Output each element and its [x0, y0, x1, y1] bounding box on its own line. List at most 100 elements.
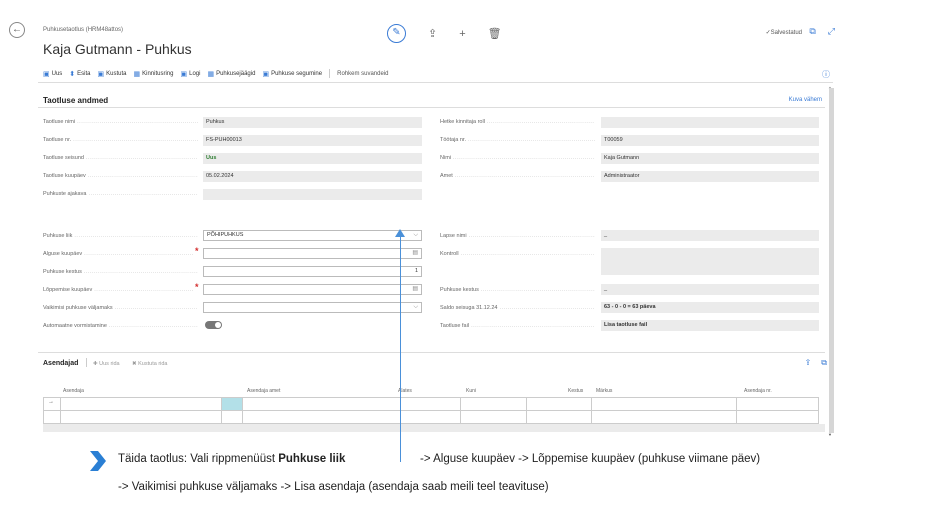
request-number-label: Taotluse nr. — [43, 137, 198, 143]
column-header-note[interactable]: Märkus — [596, 388, 612, 394]
add-file-button[interactable]: Lisa taotluse fail — [601, 320, 819, 331]
grid-col-divider — [242, 397, 243, 424]
submit-icon: ⬍ — [69, 70, 76, 78]
edit-icon[interactable]: ✎ — [387, 24, 406, 43]
approver-role-label: Hetke kinnitaja roll — [440, 119, 595, 125]
show-less-link[interactable]: Kuva vähem — [789, 97, 822, 103]
new-row-button[interactable]: ✚ Uus rida — [93, 361, 120, 367]
employee-number-field: T00059 — [601, 135, 819, 146]
open-new-window-icon[interactable]: ⧉ — [809, 26, 815, 37]
substitutes-divider — [38, 352, 825, 353]
leave-duration-label: Puhkuse kestus — [43, 269, 198, 275]
approval-round-button[interactable]: ▦ Kinnitusring — [134, 70, 174, 78]
request-status-field: Uus — [203, 153, 422, 164]
child-name-field: _ — [601, 230, 819, 241]
scroll-down-icon[interactable]: ▼ — [828, 432, 832, 437]
info-icon[interactable]: ⓘ — [822, 69, 830, 80]
delete-button[interactable]: ▣ Kustuta — [98, 70, 127, 78]
column-header-substitute-number[interactable]: Asendaja nr. — [744, 388, 772, 394]
chevron-down-icon: ⌵ — [413, 232, 418, 238]
merge-icon: ▣ — [262, 70, 270, 78]
share-icon[interactable]: ⇪ — [805, 358, 812, 368]
section-divider — [38, 107, 825, 108]
new-button[interactable]: ▣ Uus — [43, 70, 62, 78]
substitutes-title[interactable]: Asendajad — [43, 360, 78, 367]
new-icon: ▣ — [43, 70, 50, 78]
leave-balance-button[interactable]: ▦ Puhkusejäägid — [207, 70, 255, 78]
annotation-arrow-line — [400, 232, 401, 462]
name-label: Nimi — [440, 155, 595, 161]
auto-processing-toggle[interactable] — [205, 321, 222, 329]
grid-col-divider — [460, 397, 461, 424]
calendar-icon[interactable]: ▤ — [412, 249, 418, 258]
employee-number-label: Töötaja nr. — [440, 137, 595, 143]
section-title[interactable]: Taotluse andmed — [43, 96, 108, 105]
start-date-label: Alguse kuupäev — [43, 251, 193, 257]
delete-doc-icon: ▣ — [97, 70, 105, 78]
breadcrumb: Puhkusetaotlus (HRM48attos) — [43, 27, 124, 33]
action-toolbar: ▣ Uus ⬍ Esita ▣ Kustuta ▦ Kinnitusring ▣ Logi… — [43, 69, 389, 78]
horizontal-scrollbar-track[interactable] — [43, 424, 825, 432]
back-button[interactable]: ← — [9, 22, 25, 38]
grid-col-divider — [591, 397, 592, 424]
delete-icon[interactable]: 🗑 — [488, 27, 502, 40]
grid-col-divider — [736, 397, 737, 424]
delete-row-button[interactable]: ✖ Kustuta rida — [132, 361, 168, 367]
position-field: Administraator — [601, 171, 819, 182]
request-status-label: Taotluse seisund — [43, 155, 198, 161]
child-name-label: Lapse nimi — [440, 233, 595, 239]
request-name-field: Puhkus — [203, 117, 422, 128]
leave-schedule-label: Puhkuste ajakava — [43, 191, 198, 197]
grid-col-divider — [60, 397, 61, 424]
request-date-label: Taotluse kuupäev — [43, 173, 198, 179]
saved-status: ✓Salvestatud — [765, 30, 802, 36]
more-options-button[interactable]: Rohkem suvandeid — [337, 71, 388, 77]
leave-schedule-field — [203, 189, 422, 200]
leave-type-select[interactable]: PÕHIPUHKUS ⌵ — [203, 230, 422, 241]
auto-processing-label: Automaatne vormistamine — [43, 323, 198, 329]
column-header-substitute-position[interactable]: Asendaja amet — [247, 388, 280, 394]
required-asterisk: * — [195, 246, 199, 256]
submit-button[interactable]: ⬍ Esita — [69, 70, 90, 78]
chevron-down-icon: ⌵ — [413, 304, 418, 310]
selected-cell[interactable] — [222, 398, 242, 410]
log-icon: ▣ — [180, 70, 188, 78]
instruction-line-1: Täida taotlus: Vali rippmenüüst Puhkuse … — [118, 453, 346, 465]
annotation-arrow-head — [395, 229, 405, 237]
approver-role-field — [601, 117, 819, 128]
column-header-duration[interactable]: Kestus — [568, 388, 583, 394]
instruction-line-1-continued: -> Alguse kuupäev -> Lõppemise kuupäev (… — [420, 453, 761, 465]
toolbar-divider-line — [38, 82, 833, 83]
right-duration-label: Puhkuse kestus — [440, 287, 595, 293]
control-label: Kontroll — [440, 251, 595, 257]
position-label: Amet — [440, 173, 595, 179]
substitutes-separator — [86, 358, 87, 367]
required-asterisk: * — [195, 282, 199, 292]
plus-icon[interactable]: + — [459, 28, 465, 40]
default-payout-select[interactable]: ⌵ — [203, 302, 422, 313]
page-title: Kaja Gutmann - Puhkus — [43, 41, 192, 57]
row-selector-arrow-icon[interactable]: → — [48, 399, 54, 405]
column-header-substitute[interactable]: Asendaja — [63, 388, 84, 394]
default-payout-label: Vaikimisi puhkuse väljamaks — [43, 305, 198, 311]
end-date-input[interactable]: ▤ — [203, 284, 422, 295]
substitutes-tools: ⇪ ⧉ — [805, 358, 827, 368]
balance-icon: ▦ — [207, 70, 215, 78]
request-name-label: Taotluse nimi — [43, 119, 198, 125]
grid-row-divider — [43, 410, 819, 411]
end-date-label: Lõppemise kuupäev — [43, 287, 193, 293]
calendar-icon[interactable]: ▤ — [412, 285, 418, 294]
balance-field: 63 - 0 - 0 = 63 päeva — [601, 302, 819, 313]
scrollbar[interactable] — [829, 88, 834, 433]
start-date-input[interactable]: ▤ — [203, 248, 422, 259]
window-controls: ⧉ ⤢ — [809, 26, 835, 37]
request-date-field: 05.02.2024 — [203, 171, 422, 182]
share-icon[interactable]: ⇪ — [428, 27, 437, 40]
log-button[interactable]: ▣ Logi — [180, 70, 200, 78]
control-field — [601, 248, 819, 275]
leave-duration-input[interactable]: 1 — [203, 266, 422, 277]
open-new-window-icon[interactable]: ⧉ — [821, 358, 827, 368]
column-header-to[interactable]: Kuni — [466, 388, 476, 394]
leave-merge-button[interactable]: ▣ Puhkuse segumine — [262, 70, 322, 78]
expand-icon[interactable]: ⤢ — [828, 26, 835, 37]
